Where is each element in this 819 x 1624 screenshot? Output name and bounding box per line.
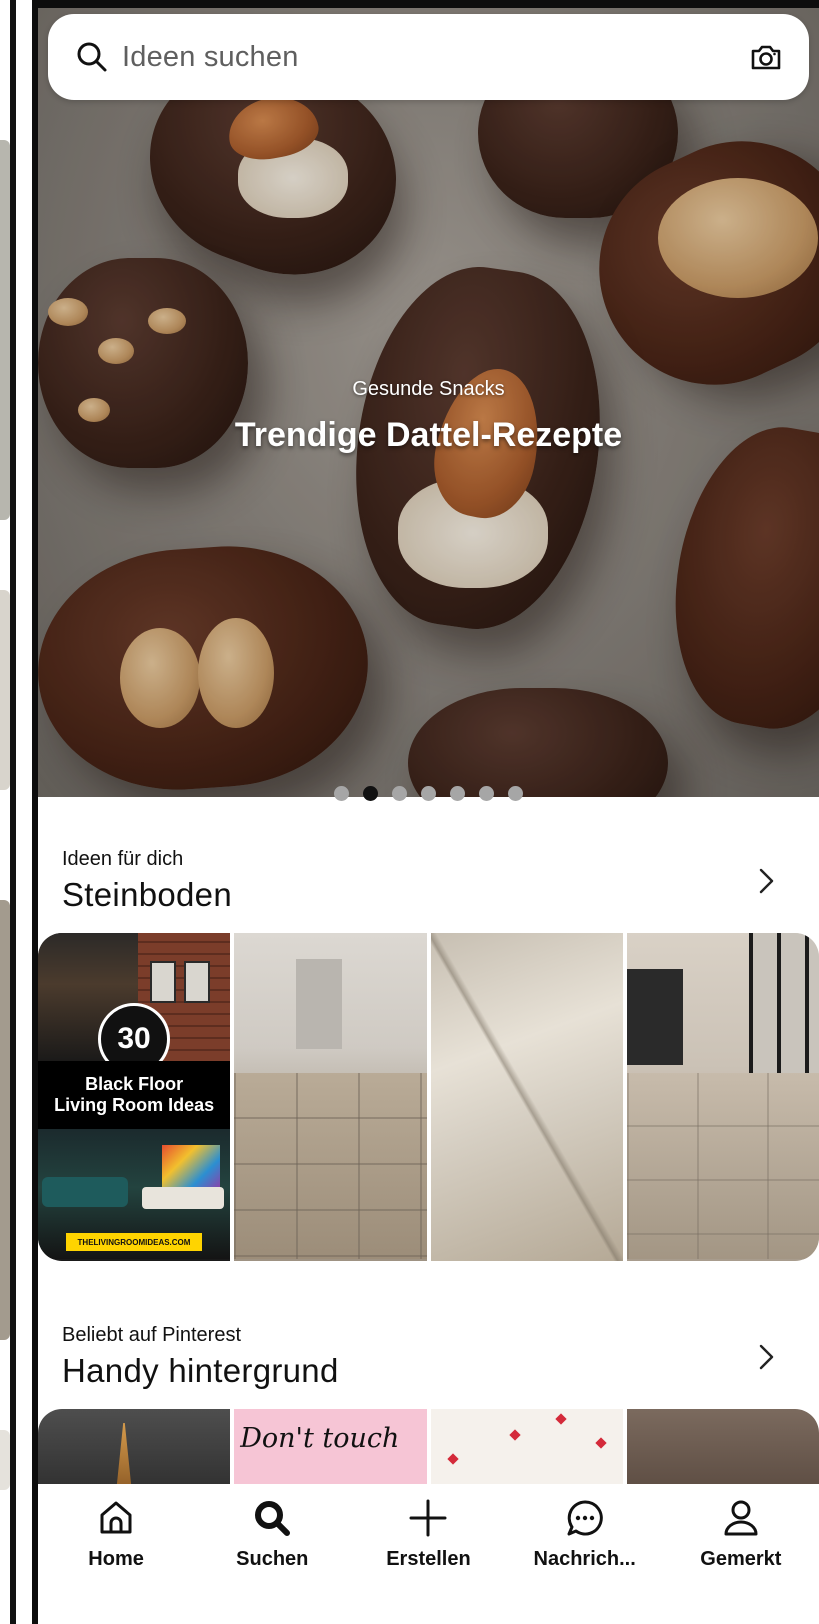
edge-thumbnail	[0, 140, 10, 520]
pin-tile[interactable]: 30 Black Floor Living Room Ideas THELIVI…	[38, 933, 231, 1261]
pin-image	[42, 1177, 128, 1207]
pin-image	[626, 1073, 819, 1259]
nav-search[interactable]: Suchen	[202, 1498, 342, 1571]
pin-tile[interactable]	[430, 933, 623, 1261]
profile-icon	[724, 1500, 758, 1536]
hero-banner[interactable]: Gesunde Snacks Trendige Dattel-Rezepte	[38, 8, 819, 797]
search-input[interactable]: Ideen suchen	[122, 41, 749, 74]
hero-overlay	[38, 8, 819, 797]
carousel-dot[interactable]	[363, 786, 378, 801]
nav-messages[interactable]: Nachrich...	[515, 1498, 655, 1571]
pin-text: Don't touch	[240, 1423, 400, 1454]
heart-icon	[554, 1413, 567, 1425]
nav-label: Home	[88, 1548, 144, 1570]
pin-tile[interactable]	[234, 933, 427, 1261]
carousel-dot[interactable]	[450, 786, 465, 801]
carousel-dot[interactable]	[334, 786, 349, 801]
nav-home[interactable]: Home	[46, 1498, 186, 1571]
carousel-dot[interactable]	[392, 786, 407, 801]
pin-image	[234, 1073, 427, 1259]
carousel-dot[interactable]	[508, 786, 523, 801]
app-screen: Gesunde Snacks Trendige Dattel-Rezepte I…	[38, 8, 819, 1624]
nav-saved[interactable]: Gemerkt	[671, 1498, 811, 1571]
edge-thumbnail	[0, 900, 10, 1340]
previous-screen-edge	[0, 0, 32, 1624]
section-subtitle: Beliebt auf Pinterest	[62, 1324, 241, 1346]
nav-label: Gemerkt	[700, 1548, 782, 1570]
pin-label: Black Floor Living Room Ideas	[38, 1061, 231, 1129]
edge-thumbnail	[0, 590, 10, 790]
pin-label-line: Living Room Ideas	[54, 1095, 215, 1115]
pin-image	[142, 1187, 225, 1209]
pin-image	[150, 961, 177, 1003]
pin-tile[interactable]	[626, 933, 819, 1261]
carousel-pagination	[38, 786, 819, 801]
carousel-dot[interactable]	[421, 786, 436, 801]
chevron-right-icon[interactable]	[753, 1344, 779, 1370]
search-icon	[255, 1501, 291, 1536]
heart-icon	[594, 1437, 607, 1449]
pin-strip-steinboden: 30 Black Floor Living Room Ideas THELIVI…	[38, 933, 819, 1261]
divider	[10, 0, 16, 1624]
nav-create[interactable]: Erstellen	[358, 1498, 498, 1571]
search-icon	[77, 42, 107, 72]
pin-image	[116, 1423, 132, 1493]
hero-title: Trendige Dattel-Rezepte	[234, 416, 623, 454]
carousel-dot[interactable]	[479, 786, 494, 801]
hero-subtitle: Gesunde Snacks	[352, 378, 505, 400]
pin-image	[184, 961, 211, 1003]
frame-border	[32, 0, 819, 8]
pin-image	[296, 959, 343, 1049]
bottom-navigation: Home Suchen Erstellen Nachrich... Gemerk…	[38, 1484, 819, 1624]
heart-icon	[446, 1453, 459, 1465]
edge-thumbnail	[0, 1430, 10, 1490]
section-title[interactable]: Steinboden	[62, 876, 232, 914]
pin-source: THELIVINGROOMIDEAS.COM	[66, 1233, 202, 1251]
pin-image	[626, 969, 683, 1065]
pin-image	[162, 1145, 221, 1189]
pin-label-line: Black Floor	[85, 1074, 184, 1094]
search-bar[interactable]: Ideen suchen	[48, 14, 809, 100]
nav-label: Nachrich...	[533, 1548, 636, 1570]
section-title[interactable]: Handy hintergrund	[62, 1352, 339, 1390]
camera-icon[interactable]	[749, 40, 783, 74]
heart-icon	[508, 1429, 521, 1441]
nav-label: Suchen	[236, 1548, 309, 1570]
home-icon	[100, 1501, 132, 1534]
section-subtitle: Ideen für dich	[62, 848, 184, 870]
message-icon	[567, 1500, 603, 1536]
chevron-right-icon[interactable]	[753, 868, 779, 894]
plus-icon	[409, 1499, 447, 1537]
nav-label: Erstellen	[386, 1548, 471, 1570]
